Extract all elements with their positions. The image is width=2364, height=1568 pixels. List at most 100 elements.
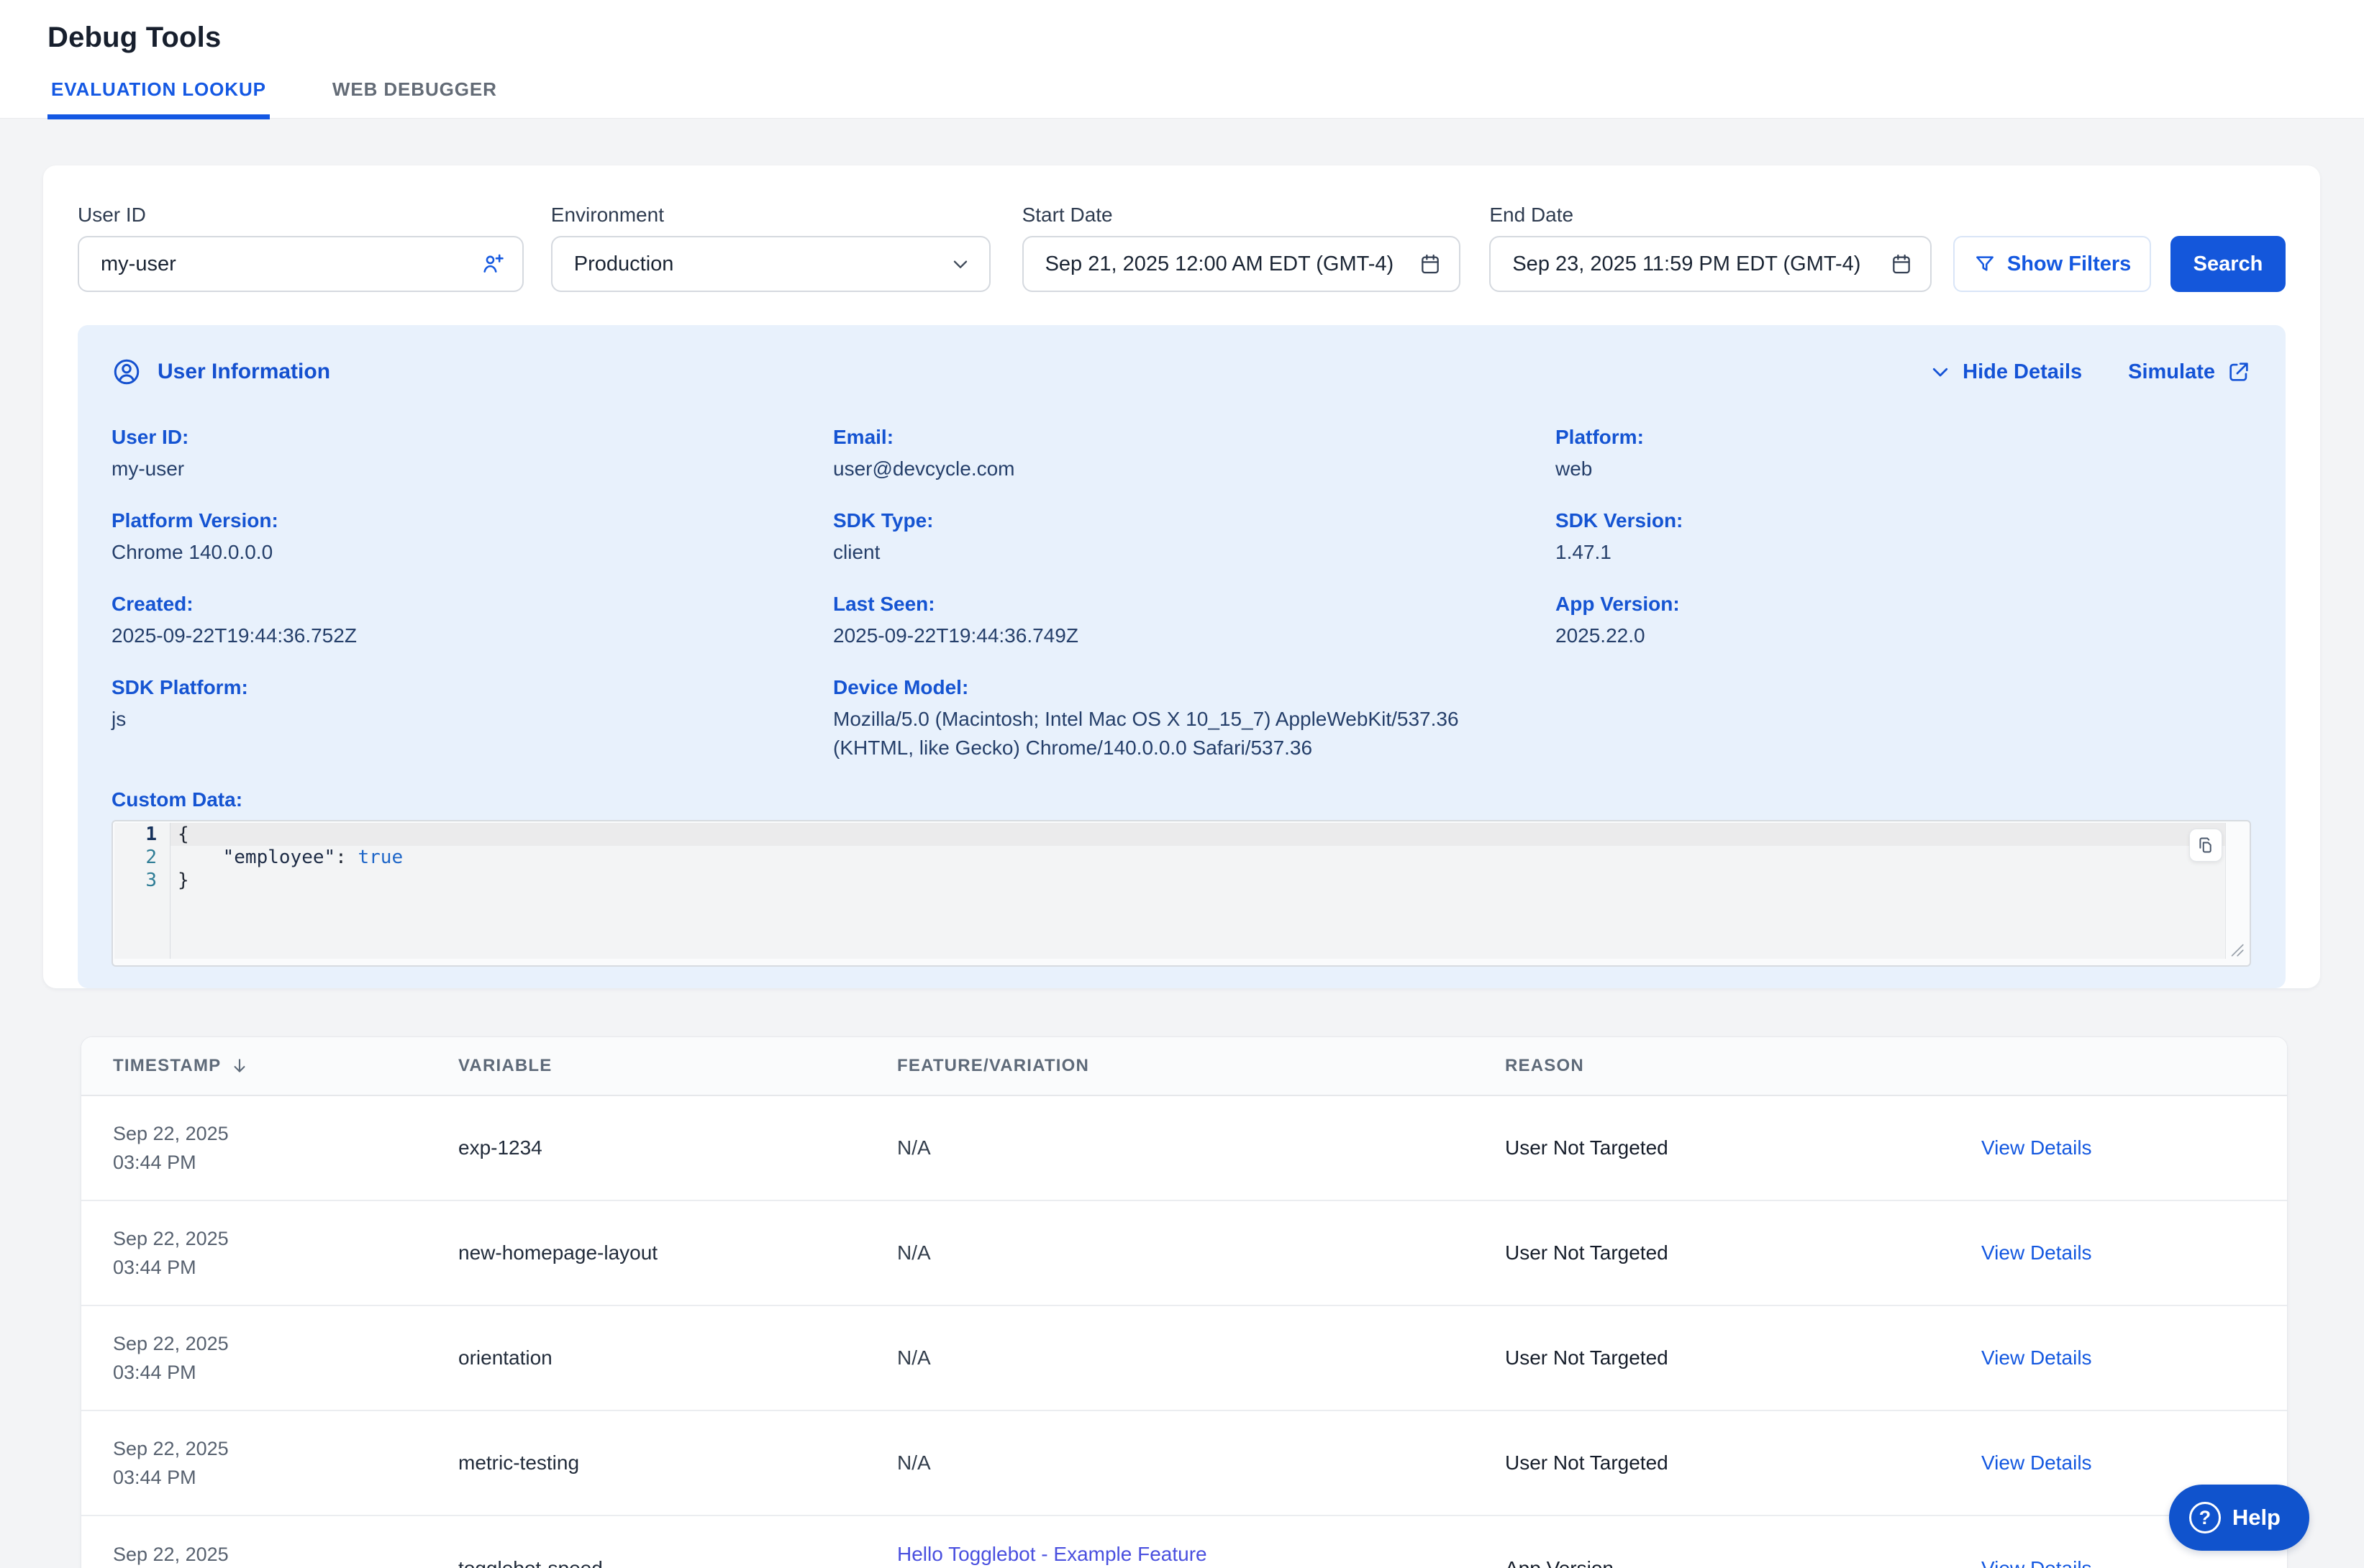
table-row[interactable]: Sep 22, 202503:44 PM new-homepage-layout… [81,1201,2287,1306]
hide-details-button[interactable]: Hide Details [1929,360,2082,384]
chevron-down-icon [949,252,972,275]
timestamp-cell: Sep 22, 202503:44 PM [113,1119,458,1177]
show-filters-button[interactable]: Show Filters [1953,236,2151,292]
line-number: 1 [114,823,157,846]
hide-details-label: Hide Details [1963,360,2082,384]
page-title: Debug Tools [47,22,2364,54]
start-date-input[interactable]: Sep 21, 2025 12:00 AM EDT (GMT-4) [1022,236,1461,292]
search-button[interactable]: Search [2170,236,2286,292]
column-header-feature-variation[interactable]: FEATURE/VARIATION [897,1056,1505,1076]
line-number-gutter: 1 2 3 [114,823,171,959]
table-row[interactable]: Sep 22, 202503:44 PM orientation N/A Use… [81,1306,2287,1411]
custom-data-label: Custom Data: [112,787,2251,813]
simulate-button[interactable]: Simulate [2128,360,2251,384]
copy-button[interactable] [2189,829,2222,862]
info-field-device-model: Device Model: Mozilla/5.0 (Macintosh; In… [833,675,1555,762]
sort-descending-icon[interactable] [229,1056,250,1076]
chevron-down-icon [1929,361,1951,383]
info-field-email: Email: user@devcycle.com [833,424,1555,483]
line-number: 3 [114,869,157,892]
code-line-2: "employee": true [171,846,2225,869]
table-row[interactable]: Sep 22, 202503:44 PM exp-1234 N/A User N… [81,1096,2287,1201]
end-date-field: End Date Sep 23, 2025 11:59 PM EDT (GMT-… [1489,203,1932,292]
show-filters-label: Show Filters [2007,252,2131,276]
info-field-sdk-version: SDK Version: 1.47.1 [1555,508,2251,567]
user-id-field: User ID my-user [78,203,524,292]
custom-data-editor[interactable]: 1 2 3 { "employee": true } [112,820,2251,967]
user-id-value: my-user [101,252,176,276]
info-field-sdk-type: SDK Type: client [833,508,1555,567]
column-header-variable[interactable]: VARIABLE [458,1056,897,1076]
variable-cell: togglebot-speed [458,1557,897,1568]
column-header-timestamp[interactable]: TIMESTAMP [113,1056,458,1076]
tab-evaluation-lookup[interactable]: EVALUATION LOOKUP [47,78,270,119]
variable-cell: metric-testing [458,1451,897,1474]
question-mark-icon: ? [2189,1502,2221,1533]
tab-web-debugger[interactable]: WEB DEBUGGER [329,78,501,119]
feature-cell: N/A [897,1241,1505,1264]
environment-value: Production [574,252,674,276]
feature-cell: N/A [897,1136,1505,1159]
view-details-link[interactable]: View Details [1981,1557,2287,1568]
user-information-panel: User Information Hide Details Simulate [78,325,2286,988]
variable-cell: new-homepage-layout [458,1241,897,1264]
environment-select[interactable]: Production [551,236,991,292]
info-field-user-id: User ID: my-user [112,424,833,483]
info-field-platform-version: Platform Version: Chrome 140.0.0.0 [112,508,833,567]
table-row[interactable]: Sep 22, 202503:44 PM metric-testing N/A … [81,1411,2287,1516]
evaluations-table: TIMESTAMP VARIABLE FEATURE/VARIATION REA… [81,1036,2288,1568]
reason-cell: User Not Targeted [1505,1346,1981,1369]
view-details-link[interactable]: View Details [1981,1451,2287,1474]
add-user-icon[interactable] [481,252,505,276]
view-details-link[interactable]: View Details [1981,1346,2287,1369]
evaluation-lookup-card: User ID my-user Environment Production [43,165,2320,988]
table-row[interactable]: Sep 22, 2025 togglebot-speed Hello Toggl… [81,1516,2287,1568]
timestamp-cell: Sep 22, 202503:44 PM [113,1434,458,1492]
filter-funnel-icon [1973,252,1996,275]
copy-icon [2196,836,2215,854]
reason-cell: App Version [1505,1557,1981,1568]
user-information-header: User Information Hide Details Simulate [112,357,2251,387]
environment-label: Environment [551,203,991,227]
end-date-value: Sep 23, 2025 11:59 PM EDT (GMT-4) [1512,252,1860,276]
simulate-label: Simulate [2128,360,2215,384]
calendar-icon[interactable] [1419,252,1442,275]
search-button-label: Search [2193,252,2263,276]
info-field-last-seen: Last Seen: 2025-09-22T19:44:36.749Z [833,591,1555,650]
calendar-icon[interactable] [1890,252,1913,275]
timestamp-cell: Sep 22, 202503:44 PM [113,1329,458,1387]
reason-cell: User Not Targeted [1505,1241,1981,1264]
view-details-link[interactable]: View Details [1981,1241,2287,1264]
info-field-platform: Platform: web [1555,424,2251,483]
user-circle-icon [112,357,142,387]
tab-bar: EVALUATION LOOKUP WEB DEBUGGER [47,78,2364,119]
help-label: Help [2232,1505,2281,1531]
user-information-title: User Information [158,360,330,384]
variable-cell: orientation [458,1346,897,1369]
view-details-link[interactable]: View Details [1981,1136,2287,1159]
start-date-field: Start Date Sep 21, 2025 12:00 AM EDT (GM… [1022,203,1461,292]
end-date-input[interactable]: Sep 23, 2025 11:59 PM EDT (GMT-4) [1489,236,1932,292]
resize-handle-icon[interactable] [2227,939,2245,962]
user-id-label: User ID [78,203,524,227]
timestamp-cell: Sep 22, 2025 [113,1540,458,1568]
reason-cell: User Not Targeted [1505,1136,1981,1159]
user-id-input[interactable]: my-user [78,236,524,292]
code-line-1: { [171,823,2225,846]
info-field-app-version: App Version: 2025.22.0 [1555,591,2251,650]
environment-field: Environment Production [551,203,991,292]
line-number: 2 [114,846,157,869]
end-date-label: End Date [1489,203,1932,227]
help-button[interactable]: ? Help [2169,1485,2309,1551]
table-header-row: TIMESTAMP VARIABLE FEATURE/VARIATION REA… [81,1037,2287,1096]
feature-link[interactable]: Hello Togglebot - Example Feature [897,1543,1505,1566]
top-bar: Debug Tools EVALUATION LOOKUP WEB DEBUGG… [0,0,2364,119]
info-field-created: Created: 2025-09-22T19:44:36.752Z [112,591,833,650]
column-header-reason[interactable]: REASON [1505,1056,1981,1076]
timestamp-cell: Sep 22, 202503:44 PM [113,1224,458,1282]
user-info-grid: User ID: my-user Email: user@devcycle.co… [112,424,2251,787]
info-field-sdk-platform: SDK Platform: js [112,675,833,762]
external-link-icon [2227,360,2251,384]
code-lines: { "employee": true } [171,823,2225,959]
code-editor-area[interactable]: 1 2 3 { "employee": true } [114,823,2226,959]
